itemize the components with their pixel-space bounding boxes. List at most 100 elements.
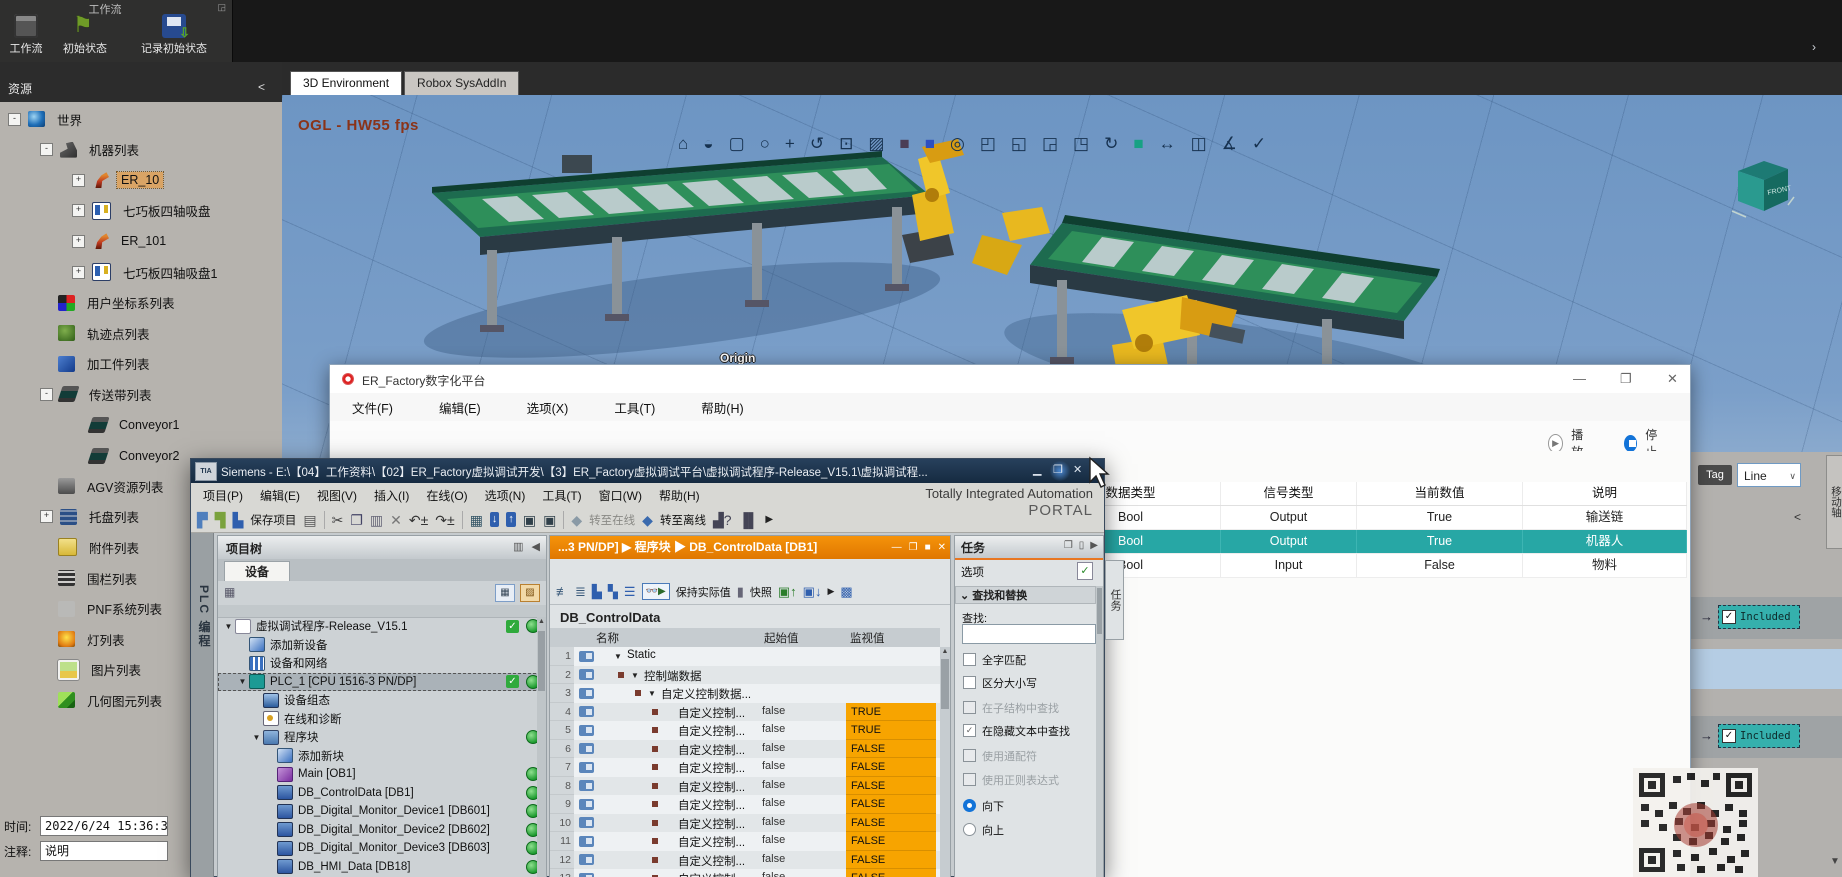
- vertical-tab-plc-programming[interactable]: PLC 编程: [191, 533, 214, 877]
- copy-snapshot-up-icon[interactable]: ▣↑: [778, 584, 797, 600]
- resource-tree-item[interactable]: 几何图元列表: [40, 685, 166, 715]
- tia-menu-在线[interactable]: 在线(O): [426, 487, 467, 504]
- tab-devices[interactable]: 设备: [224, 561, 290, 582]
- tia-titlebar[interactable]: TIA Siemens - E:\【04】工作资料\【02】ER_Factory…: [191, 459, 1104, 483]
- cut-icon[interactable]: ✂: [332, 511, 344, 529]
- tia-menu-帮助[interactable]: 帮助(H): [659, 487, 700, 504]
- tasks-float-icon[interactable]: ❐: [1064, 540, 1073, 551]
- collapse-icon[interactable]: -: [8, 113, 21, 126]
- resource-tree-item[interactable]: PNF系统列表: [40, 594, 166, 624]
- diagnostics-icon[interactable]: ▟?: [713, 511, 732, 529]
- tia-tree-item[interactable]: DB_ControlData [DB1]: [218, 784, 546, 803]
- editor-breadcrumb[interactable]: ...3 PN/DP] ▶ 程序块 ▶ DB_ControlData [DB1]: [550, 536, 950, 559]
- view-right-icon[interactable]: ◳: [1073, 133, 1089, 155]
- direction-radio[interactable]: 向下: [963, 798, 1095, 813]
- vertical-tab-tasks[interactable]: 任务: [1105, 560, 1124, 640]
- tree-filter-icon[interactable]: ▦: [224, 585, 235, 599]
- tasks-dock-icon[interactable]: ▯: [1079, 540, 1085, 551]
- tia-tree-item[interactable]: DB_Digital_Monitor_Device3 [DB603]: [218, 839, 546, 858]
- stop-cpu-icon[interactable]: ▣: [543, 511, 556, 529]
- db-member-name[interactable]: 控制端数据: [644, 668, 702, 684]
- tia-tree-item[interactable]: Main [OB1]: [218, 765, 546, 784]
- sidebar-collapse-icon[interactable]: <: [258, 80, 265, 94]
- collapse-icon[interactable]: ▼: [648, 689, 656, 698]
- resource-tree-item[interactable]: +七巧板四轴吸盘1: [72, 257, 221, 287]
- resource-tree-item[interactable]: 加工件列表: [40, 349, 154, 379]
- tia-tree-item[interactable]: 在线和诊断: [218, 710, 546, 729]
- signal-table-row[interactable]: BoolInputFalse物料: [1041, 554, 1687, 578]
- new-project-icon[interactable]: ▛: [197, 511, 208, 529]
- db-row[interactable]: 4自定义控制...falseTRUE: [550, 703, 940, 722]
- collapse-icon[interactable]: -: [40, 143, 53, 156]
- expand-icon[interactable]: +: [72, 235, 85, 248]
- ribbon-button-2[interactable]: ⚑初始状态: [52, 14, 118, 60]
- db-row[interactable]: 1▼Static: [550, 647, 940, 666]
- resource-tree-item[interactable]: 图片列表: [40, 655, 145, 685]
- resource-tree-item[interactable]: +ER_10: [72, 165, 163, 195]
- tia-tree-item[interactable]: 设备组态: [218, 691, 546, 710]
- signal-column-header[interactable]: 信号类型: [1221, 482, 1357, 505]
- er-menu-选项[interactable]: 选项(X): [527, 398, 569, 417]
- tia-tree-item[interactable]: DB_Digital_Monitor_Device2 [DB602]: [218, 821, 546, 840]
- monitor-value[interactable]: TRUE: [846, 721, 936, 740]
- resource-tree-item[interactable]: +托盘列表: [40, 502, 143, 532]
- home-icon[interactable]: ⌂: [678, 133, 688, 155]
- tasks-scrollbar[interactable]: [1096, 586, 1103, 877]
- db-member-name[interactable]: 自定义控制...: [678, 705, 745, 721]
- column-monitor-value[interactable]: 监视值: [850, 630, 885, 646]
- section-hatch-icon[interactable]: ▨: [868, 133, 884, 155]
- panel-collapse-icon[interactable]: <: [1794, 510, 1801, 524]
- line-type-dropdown[interactable]: Line ∨: [1737, 463, 1801, 487]
- copy-icon[interactable]: ❐: [350, 511, 363, 529]
- find-input[interactable]: [962, 624, 1096, 644]
- center-target-icon[interactable]: ◎: [950, 133, 965, 155]
- included-toggle[interactable]: ✓Included: [1718, 724, 1800, 748]
- db-member-name[interactable]: 自定义控制数据...: [661, 686, 751, 702]
- tia-menu-插入[interactable]: 插入(I): [374, 487, 409, 504]
- insert-row-icon[interactable]: ≢: [556, 584, 569, 599]
- shade-green-icon[interactable]: ■: [1133, 133, 1143, 155]
- view-front-icon[interactable]: ◱: [1011, 133, 1027, 155]
- column-name[interactable]: 名称: [596, 630, 619, 646]
- find-replace-section-header[interactable]: ⌄ 查找和替换: [955, 586, 1096, 604]
- er-menu-帮助[interactable]: 帮助(H): [701, 398, 743, 417]
- copy-snapshot-down-icon[interactable]: ▣↓: [803, 584, 822, 600]
- db-member-name[interactable]: 自定义控制...: [678, 871, 745, 877]
- view-top-icon[interactable]: ◲: [1042, 133, 1058, 155]
- save-project-label[interactable]: 保存项目: [250, 512, 296, 528]
- checkbox-icon[interactable]: [963, 653, 976, 666]
- db-member-name[interactable]: 自定义控制...: [678, 797, 745, 813]
- signal-table-row[interactable]: BoolOutputTrue机器人: [1041, 530, 1687, 554]
- project-tree-scrollbar[interactable]: ▲: [537, 617, 546, 877]
- start-cpu-icon[interactable]: ▣: [523, 511, 536, 529]
- start-value[interactable]: false: [762, 742, 785, 754]
- tia-tree-item[interactable]: ▼虚拟调试程序-Release_V15.1✓: [218, 617, 546, 636]
- resource-tree-item[interactable]: Conveyor2: [72, 441, 183, 471]
- tia-tree-item[interactable]: ▼程序块: [218, 728, 546, 747]
- tia-tree-item[interactable]: 设备和网络: [218, 654, 546, 673]
- tree-table-view-icon[interactable]: ▦: [495, 584, 515, 602]
- rotate-icon[interactable]: ↺: [810, 133, 824, 155]
- keep-actual-values-label[interactable]: 保持实际值: [676, 584, 731, 600]
- start-value[interactable]: false: [762, 779, 785, 791]
- checkbox-icon[interactable]: [963, 749, 976, 762]
- db-row[interactable]: 3▼自定义控制数据...: [550, 684, 940, 703]
- zoom-window-icon[interactable]: ▢: [729, 133, 745, 155]
- monitor-value[interactable]: FALSE: [846, 851, 936, 870]
- add-row-icon[interactable]: ≣: [575, 584, 586, 600]
- tab-3d-environment[interactable]: 3D Environment: [290, 71, 402, 95]
- save-project-icon[interactable]: ▙: [233, 511, 244, 529]
- resource-tree-item[interactable]: AGV资源列表: [40, 471, 167, 501]
- resource-tree-item[interactable]: +ER_101: [72, 226, 170, 256]
- editor-maximize-icon[interactable]: ■: [925, 542, 931, 553]
- tia-tree-item[interactable]: ▼PLC_1 [CPU 1516-3 PN/DP]✓: [218, 673, 546, 692]
- snapshot-label[interactable]: 快照: [750, 584, 772, 600]
- start-value[interactable]: false: [762, 760, 785, 772]
- toolbar-overflow-icon[interactable]: ▶: [765, 511, 773, 529]
- signal-table-row[interactable]: BoolOutputTrue输送链: [1041, 506, 1687, 530]
- open-project-icon[interactable]: ▜: [215, 511, 226, 529]
- checkbox-icon[interactable]: [963, 773, 976, 786]
- db-row[interactable]: 11自定义控制...falseFALSE: [550, 832, 940, 851]
- db-row[interactable]: 5自定义控制...falseTRUE: [550, 721, 940, 740]
- find-option-checkbox[interactable]: 在子结构中查找: [963, 700, 1095, 715]
